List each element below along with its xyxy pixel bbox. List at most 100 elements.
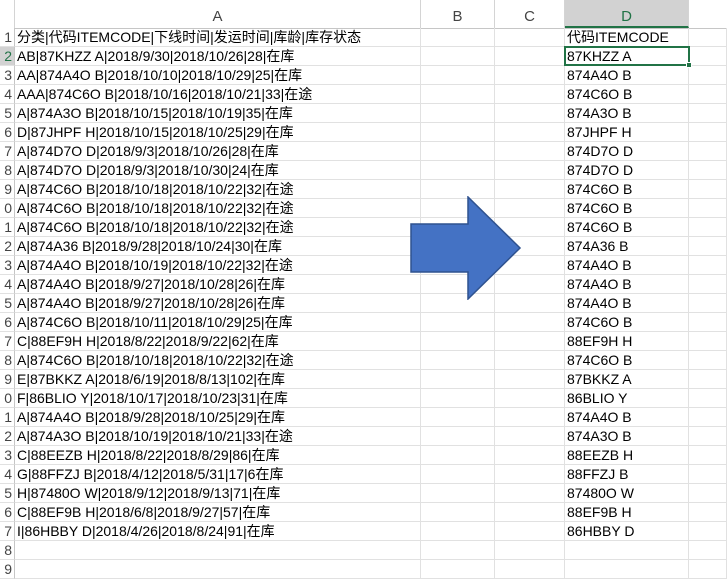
cell-d[interactable]: 874C6O B xyxy=(565,351,689,370)
cell-b[interactable] xyxy=(421,484,495,503)
cell-e[interactable] xyxy=(689,66,727,85)
row-header[interactable]: 0 xyxy=(0,199,15,218)
cell-d[interactable]: 87BKKZ A xyxy=(565,370,689,389)
row-header[interactable]: 5 xyxy=(0,484,15,503)
cell-a[interactable]: AA|874A4O B|2018/10/10|2018/10/29|25|在库 xyxy=(15,66,421,85)
row-header[interactable]: 2 xyxy=(0,427,15,446)
cell-b[interactable] xyxy=(421,370,495,389)
cell-e[interactable] xyxy=(689,446,727,465)
cell-b[interactable] xyxy=(421,85,495,104)
select-all-corner[interactable] xyxy=(0,0,15,28)
cell-b[interactable] xyxy=(421,28,495,47)
cell-a[interactable]: A|874A4O B|2018/9/27|2018/10/28|26|在库 xyxy=(15,275,421,294)
row-header[interactable]: 2 xyxy=(0,47,15,66)
cell-c[interactable] xyxy=(495,560,565,579)
cell-d[interactable]: 88EF9B H xyxy=(565,503,689,522)
row-header[interactable]: 1 xyxy=(0,408,15,427)
cell-d[interactable]: 874A4O B xyxy=(565,275,689,294)
cell-e[interactable] xyxy=(689,484,727,503)
cell-a[interactable]: A|874A4O B|2018/9/28|2018/10/25|29|在库 xyxy=(15,408,421,427)
cell-e[interactable] xyxy=(689,256,727,275)
column-header-b[interactable]: B xyxy=(421,0,495,28)
column-header-c[interactable]: C xyxy=(495,0,565,28)
cell-d[interactable]: 874A4O B xyxy=(565,408,689,427)
row-header[interactable]: 5 xyxy=(0,294,15,313)
cell-a[interactable]: C|88EF9H H|2018/8/22|2018/9/22|62|在库 xyxy=(15,332,421,351)
cell-c[interactable] xyxy=(495,465,565,484)
row-header[interactable]: 9 xyxy=(0,370,15,389)
cell-e[interactable] xyxy=(689,560,727,579)
cell-e[interactable] xyxy=(689,294,727,313)
cell-c[interactable] xyxy=(495,370,565,389)
cell-e[interactable] xyxy=(689,47,727,66)
cell-b[interactable] xyxy=(421,389,495,408)
cell-c[interactable] xyxy=(495,446,565,465)
cell-e[interactable] xyxy=(689,275,727,294)
row-header[interactable]: 7 xyxy=(0,522,15,541)
cell-a[interactable]: A|874C6O B|2018/10/18|2018/10/22|32|在途 xyxy=(15,351,421,370)
cell-a[interactable]: AAA|874C6O B|2018/10/16|2018/10/21|33|在途 xyxy=(15,85,421,104)
cell-e[interactable] xyxy=(689,161,727,180)
cell-a[interactable]: I|86HBBY D|2018/4/26|2018/8/24|91|在库 xyxy=(15,522,421,541)
cell-b[interactable] xyxy=(421,313,495,332)
cell-e[interactable] xyxy=(689,351,727,370)
cell-b[interactable] xyxy=(421,351,495,370)
cell-d[interactable]: 874A4O B xyxy=(565,294,689,313)
row-header[interactable]: 9 xyxy=(0,560,15,579)
cell-d[interactable]: 874A3O B xyxy=(565,427,689,446)
row-header[interactable]: 8 xyxy=(0,541,15,560)
cell-a[interactable]: A|874C6O B|2018/10/18|2018/10/22|32|在途 xyxy=(15,199,421,218)
row-header[interactable]: 5 xyxy=(0,104,15,123)
cell-b[interactable] xyxy=(421,123,495,142)
row-header[interactable]: 1 xyxy=(0,28,15,47)
cell-a[interactable]: A|874D7O D|2018/9/3|2018/10/30|24|在库 xyxy=(15,161,421,180)
cell-c[interactable] xyxy=(495,104,565,123)
cell-d[interactable]: 874A4O B xyxy=(565,256,689,275)
cell-e[interactable] xyxy=(689,332,727,351)
cell-d[interactable]: 87KHZZ A xyxy=(565,47,689,66)
cell-e[interactable] xyxy=(689,465,727,484)
cell-e[interactable] xyxy=(689,123,727,142)
cell-b[interactable] xyxy=(421,503,495,522)
row-header[interactable]: 7 xyxy=(0,332,15,351)
cell-d[interactable]: 874C6O B xyxy=(565,85,689,104)
row-header[interactable]: 9 xyxy=(0,180,15,199)
cell-c[interactable] xyxy=(495,161,565,180)
row-header[interactable]: 7 xyxy=(0,142,15,161)
cell-d[interactable]: 874C6O B xyxy=(565,313,689,332)
cell-e[interactable] xyxy=(689,370,727,389)
cell-c[interactable] xyxy=(495,484,565,503)
fill-handle[interactable] xyxy=(686,62,692,68)
cell-c[interactable] xyxy=(495,66,565,85)
column-header-a[interactable]: A xyxy=(15,0,421,28)
cell-d[interactable]: 88EEZB H xyxy=(565,446,689,465)
cell-c[interactable] xyxy=(495,427,565,446)
row-header[interactable]: 8 xyxy=(0,351,15,370)
cell-e[interactable] xyxy=(689,237,727,256)
cell-c[interactable] xyxy=(495,389,565,408)
cell-a[interactable]: C|88EF9B H|2018/6/8|2018/9/27|57|在库 xyxy=(15,503,421,522)
cell-b[interactable] xyxy=(421,522,495,541)
cell-e[interactable] xyxy=(689,389,727,408)
row-header[interactable]: 6 xyxy=(0,313,15,332)
cell-b[interactable] xyxy=(421,104,495,123)
cell-d[interactable]: 874C6O B xyxy=(565,218,689,237)
cell-c[interactable] xyxy=(495,123,565,142)
cell-a[interactable]: E|87BKKZ A|2018/6/19|2018/8/13|102|在库 xyxy=(15,370,421,389)
cell-d[interactable]: 86BLIO Y xyxy=(565,389,689,408)
cell-e[interactable] xyxy=(689,85,727,104)
cell-a[interactable]: F|86BLIO Y|2018/10/17|2018/10/23|31|在库 xyxy=(15,389,421,408)
cell-a[interactable]: H|87480O W|2018/9/12|2018/9/13|71|在库 xyxy=(15,484,421,503)
cell-e[interactable] xyxy=(689,503,727,522)
row-header[interactable]: 6 xyxy=(0,123,15,142)
cell-b[interactable] xyxy=(421,446,495,465)
cell-b[interactable] xyxy=(421,332,495,351)
row-header[interactable]: 4 xyxy=(0,275,15,294)
cell-a[interactable] xyxy=(15,560,421,579)
cell-e[interactable] xyxy=(689,408,727,427)
cell-a[interactable]: A|874D7O D|2018/9/3|2018/10/26|28|在库 xyxy=(15,142,421,161)
cell-d[interactable]: 87480O W xyxy=(565,484,689,503)
cell-b[interactable] xyxy=(421,465,495,484)
cell-a[interactable]: A|874C6O B|2018/10/18|2018/10/22|32|在途 xyxy=(15,218,421,237)
cell-d[interactable]: 874D7O D xyxy=(565,142,689,161)
